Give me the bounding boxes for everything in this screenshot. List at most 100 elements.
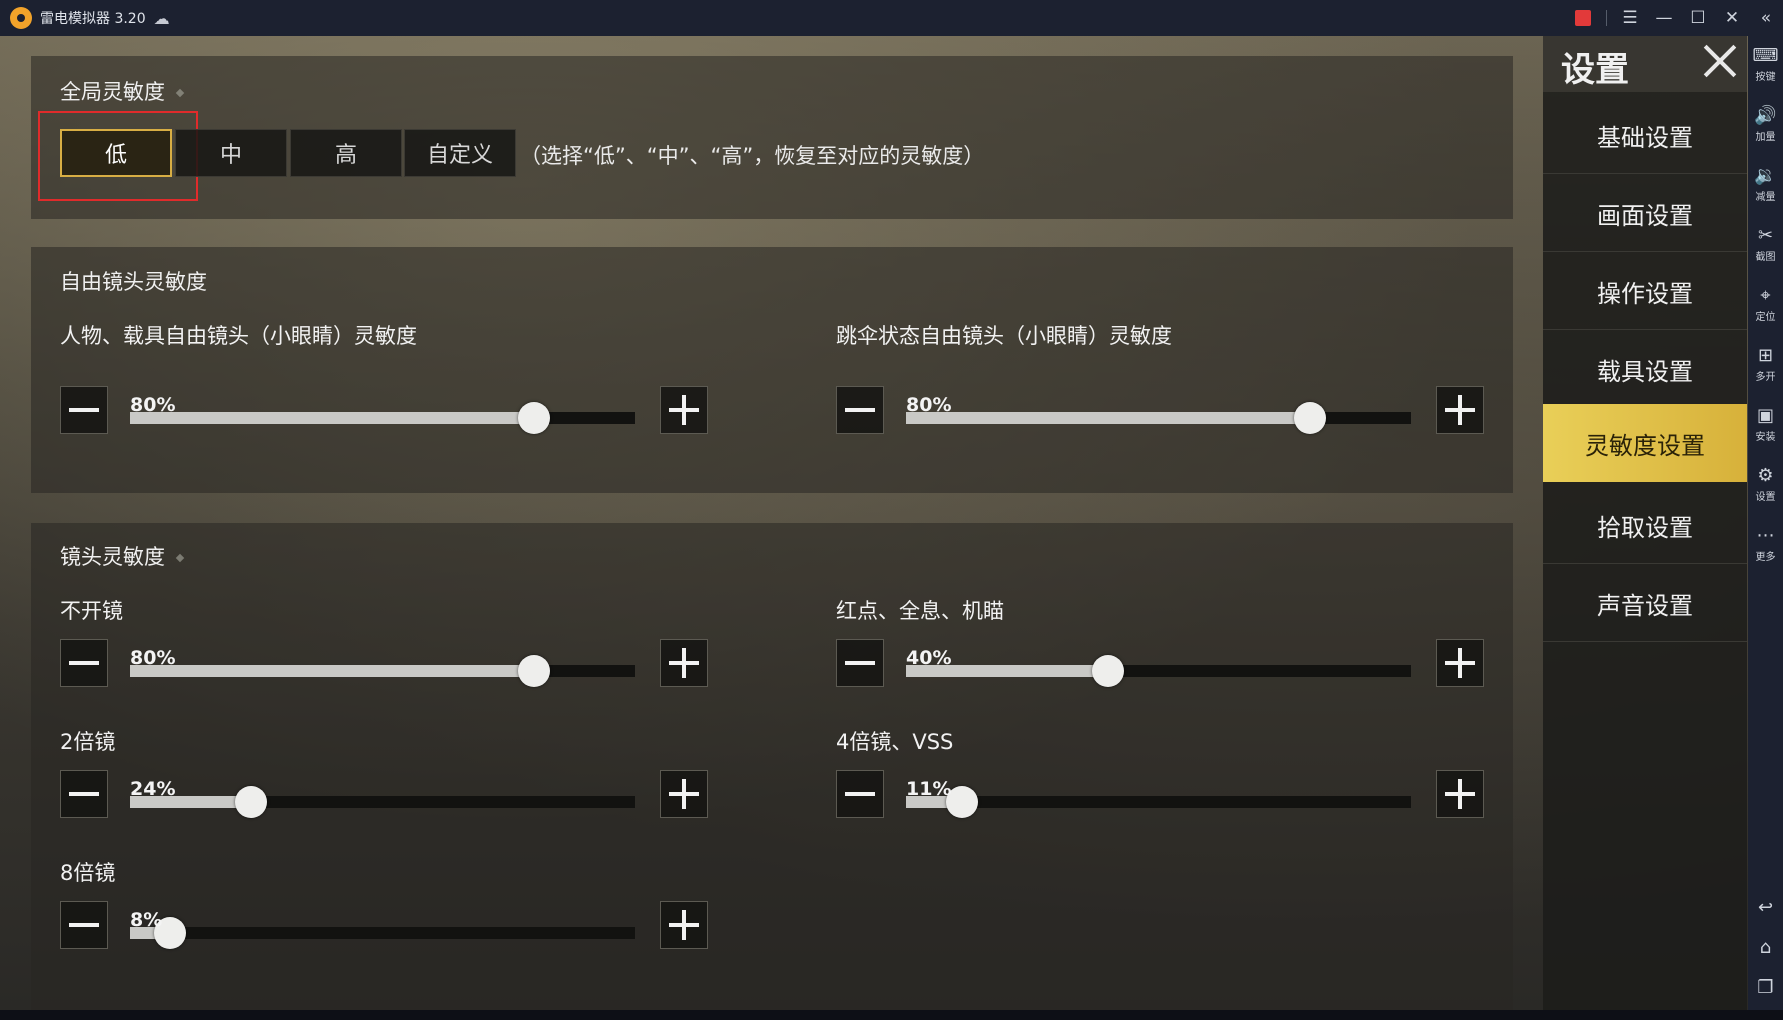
- decrease-button[interactable]: [836, 386, 884, 434]
- slider-label: 人物、载具自由镜头（小眼睛）灵敏度: [60, 324, 417, 348]
- sidebar-label: 按键: [1755, 72, 1776, 83]
- menu-item-vehicle[interactable]: 载具设置: [1543, 332, 1747, 408]
- section-title-global-text: 全局灵敏度: [60, 80, 165, 104]
- cloud-icon[interactable]: ☁: [154, 9, 170, 28]
- sensitivity-slider-row: 80%: [60, 386, 708, 436]
- slider-track[interactable]: 24%: [130, 778, 635, 818]
- sidebar-item-multi[interactable]: ⊞ 多开: [1748, 346, 1783, 384]
- sensitivity-slider-row: 24%: [60, 770, 708, 820]
- sidebar-label: 加量: [1755, 132, 1776, 143]
- slider-handle[interactable]: [518, 655, 550, 687]
- close-settings-button[interactable]: [1701, 42, 1739, 80]
- sensitivity-slider-row: 11%: [836, 770, 1484, 820]
- preset-high-button[interactable]: 高: [290, 129, 402, 177]
- slider-handle[interactable]: [1294, 402, 1326, 434]
- menu-item-sound[interactable]: 声音设置: [1543, 566, 1747, 642]
- back-button[interactable]: ↩: [1748, 898, 1783, 918]
- menu-item-pickup[interactable]: 拾取设置: [1543, 488, 1747, 564]
- slider-label: 跳伞状态自由镜头（小眼睛）灵敏度: [836, 324, 1172, 348]
- sidebar-item-volume-down[interactable]: 🔉 减量: [1748, 165, 1783, 204]
- diamond-icon: [175, 553, 185, 563]
- section-title-camera: 镜头灵敏度: [60, 541, 185, 571]
- slider-value: 24%: [130, 778, 176, 800]
- sidebar-label: 定位: [1755, 312, 1776, 323]
- divider: [1606, 10, 1607, 26]
- preset-custom-button[interactable]: 自定义: [404, 129, 516, 177]
- slider-track[interactable]: 40%: [906, 647, 1411, 687]
- slider-handle[interactable]: [518, 402, 550, 434]
- back-icon: ↩: [1757, 897, 1774, 918]
- sidebar-item-location[interactable]: ⌖ 定位: [1748, 285, 1783, 324]
- close-icon: ✕: [1724, 8, 1740, 28]
- sidebar-item-more[interactable]: ⋯ 更多: [1748, 526, 1783, 564]
- slider-fill: [130, 665, 534, 677]
- sensitivity-slider-row: 40%: [836, 639, 1484, 689]
- collapse-sidebar-button[interactable]: «: [1749, 0, 1783, 36]
- slider-value: 80%: [130, 394, 176, 416]
- gear-icon: ⚙: [1757, 465, 1774, 486]
- increase-button[interactable]: [660, 770, 708, 818]
- preset-low-button[interactable]: 低: [60, 129, 172, 177]
- taskbar: [0, 1010, 1783, 1020]
- minus-icon: [845, 792, 875, 796]
- maximize-icon: ☐: [1690, 8, 1706, 28]
- plus-icon: [1445, 395, 1475, 425]
- sidebar-label: 截图: [1755, 252, 1776, 263]
- plus-icon: [669, 648, 699, 678]
- decrease-button[interactable]: [836, 639, 884, 687]
- minimize-button[interactable]: —: [1647, 0, 1681, 36]
- slider-handle[interactable]: [235, 786, 268, 818]
- decrease-button[interactable]: [60, 386, 108, 434]
- menu-item-display[interactable]: 画面设置: [1543, 176, 1747, 252]
- volume-down-icon: 🔉: [1754, 165, 1777, 186]
- minus-icon: [845, 408, 875, 412]
- gift-button[interactable]: [1566, 0, 1600, 36]
- sensitivity-slider-row: 80%: [836, 386, 1484, 436]
- slider-track[interactable]: 80%: [906, 394, 1411, 434]
- increase-button[interactable]: [1436, 386, 1484, 434]
- menu-button[interactable]: ☰: [1613, 0, 1647, 36]
- sidebar-label: 更多: [1755, 552, 1776, 563]
- increase-button[interactable]: [660, 386, 708, 434]
- double-chevron-left-icon: «: [1760, 8, 1772, 28]
- increase-button[interactable]: [1436, 639, 1484, 687]
- slider-track[interactable]: 8%: [130, 909, 635, 949]
- preset-medium-button[interactable]: 中: [175, 129, 287, 177]
- slider-value: 80%: [906, 394, 952, 416]
- home-button[interactable]: ⌂: [1748, 938, 1783, 958]
- slider-track[interactable]: 80%: [130, 647, 635, 687]
- scissors-icon: ✂: [1757, 225, 1774, 246]
- decrease-button[interactable]: [60, 770, 108, 818]
- minus-icon: [69, 661, 99, 665]
- sidebar-item-install[interactable]: ▣ 安装: [1748, 406, 1783, 444]
- volume-up-icon: 🔊: [1754, 105, 1777, 126]
- plus-icon: [669, 395, 699, 425]
- recent-apps-button[interactable]: ❐: [1748, 978, 1783, 998]
- slider-track[interactable]: 11%: [906, 778, 1411, 818]
- sidebar-item-keys[interactable]: ⌨ 按键: [1748, 45, 1783, 84]
- location-pin-icon: ⌖: [1760, 285, 1771, 306]
- decrease-button[interactable]: [836, 770, 884, 818]
- maximize-button[interactable]: ☐: [1681, 0, 1715, 36]
- sidebar-item-settings[interactable]: ⚙ 设置: [1748, 465, 1783, 504]
- menu-item-sensitivity[interactable]: 灵敏度设置: [1543, 404, 1747, 482]
- increase-button[interactable]: [660, 639, 708, 687]
- slider-track[interactable]: 80%: [130, 394, 635, 434]
- minus-icon: [845, 661, 875, 665]
- sidebar-item-volume-up[interactable]: 🔊 加量: [1748, 105, 1783, 144]
- decrease-button[interactable]: [60, 639, 108, 687]
- menu-item-basic[interactable]: 基础设置: [1543, 98, 1747, 174]
- preset-note: （选择“低”、“中”、“高”，恢复至对应的灵敏度）: [520, 144, 985, 168]
- close-window-button[interactable]: ✕: [1715, 0, 1749, 36]
- decrease-button[interactable]: [60, 901, 108, 949]
- slider-label: 2倍镜: [60, 730, 116, 754]
- section-title-global: 全局灵敏度: [60, 76, 185, 106]
- minus-icon: [69, 923, 99, 927]
- menu-item-controls[interactable]: 操作设置: [1543, 254, 1747, 330]
- keyboard-icon: ⌨: [1752, 45, 1779, 66]
- increase-button[interactable]: [1436, 770, 1484, 818]
- sidebar-item-screenshot[interactable]: ✂ 截图: [1748, 225, 1783, 264]
- increase-button[interactable]: [660, 901, 708, 949]
- menu-title: 设置: [1561, 50, 1629, 90]
- slider-handle[interactable]: [1092, 655, 1124, 687]
